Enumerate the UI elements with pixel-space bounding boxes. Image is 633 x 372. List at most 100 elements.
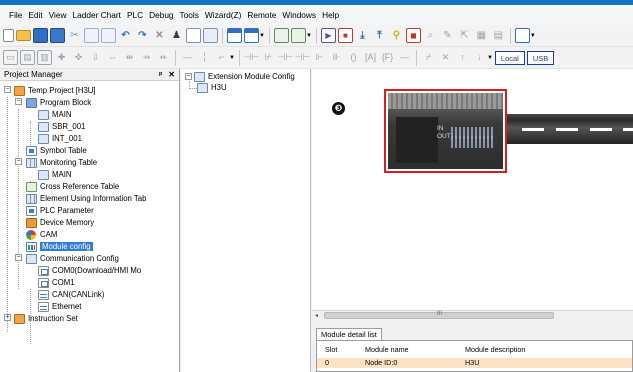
function-icon[interactable]: {F} xyxy=(380,50,395,65)
cut-icon[interactable]: ✂ xyxy=(67,28,82,43)
contact-n-icon[interactable]: ⊪ xyxy=(329,50,344,65)
tree-item-instruction-set[interactable]: Instruction Set xyxy=(14,312,78,325)
rail-dash xyxy=(522,128,544,131)
collapse-icon[interactable]: − xyxy=(15,98,22,105)
cursor-icon[interactable]: ⇱ xyxy=(457,28,472,43)
save-all-icon[interactable] xyxy=(50,28,65,43)
window-icon[interactable] xyxy=(227,28,242,43)
scroll-left-icon[interactable]: ◂ xyxy=(315,312,318,319)
sfc-icon[interactable]: ▥ xyxy=(37,50,52,65)
local-button[interactable]: Local xyxy=(494,50,525,65)
menu-plc[interactable]: PLC xyxy=(124,5,146,25)
contact-fall-icon[interactable]: ⊣⊢ xyxy=(295,50,311,65)
delete-icon[interactable]: ✕ xyxy=(152,28,167,43)
merge-icon[interactable]: ⇸ xyxy=(139,50,154,65)
contact-p-icon[interactable]: ⊩ xyxy=(312,50,327,65)
pin-icon[interactable]: ᵖ xyxy=(159,70,162,79)
menu-debug[interactable]: Debug xyxy=(146,5,176,25)
collapse-icon[interactable]: − xyxy=(4,86,11,93)
horizontal-scrollbar[interactable]: ◂ III xyxy=(312,310,633,320)
connect-icon[interactable]: ⌐ xyxy=(214,50,229,65)
menu-file[interactable]: File xyxy=(6,5,25,25)
line-icon[interactable]: — xyxy=(397,50,412,65)
layout-icon[interactable] xyxy=(244,28,259,43)
close-icon[interactable]: ✕ xyxy=(168,70,175,79)
contact-nc-icon[interactable]: ⊬ xyxy=(261,50,276,65)
contact-rise-icon[interactable]: ⊣⊢ xyxy=(278,50,294,65)
edit-icon[interactable]: ✎ xyxy=(440,28,455,43)
tree-label: MAIN xyxy=(52,110,72,119)
run-icon[interactable]: ▶ xyxy=(320,28,336,43)
menu-edit[interactable]: Edit xyxy=(25,5,45,25)
chevron-down-icon[interactable]: ▼ xyxy=(259,33,265,39)
preview-icon[interactable] xyxy=(186,28,201,43)
search-icon[interactable]: ⌕ xyxy=(423,28,438,43)
coil-icon[interactable]: () xyxy=(346,50,361,65)
paste-icon[interactable] xyxy=(101,28,116,43)
collapse-icon[interactable]: − xyxy=(15,158,22,165)
menu-view[interactable]: View xyxy=(46,5,70,25)
menu-tools[interactable]: Tools xyxy=(177,5,202,25)
diagnose-icon[interactable]: ⚲ xyxy=(389,28,404,43)
print-icon[interactable] xyxy=(203,28,218,43)
ladder-mode-icon[interactable]: ▭ xyxy=(3,50,18,65)
scroll-thumb[interactable]: III xyxy=(324,311,554,319)
hline-icon[interactable]: — xyxy=(180,50,195,65)
column-header-module-name[interactable]: Module name xyxy=(365,345,409,354)
list-icon[interactable]: ▤ xyxy=(491,28,506,43)
insert-down-icon[interactable]: ✜ xyxy=(71,50,86,65)
vline-icon[interactable]: ╎ xyxy=(197,50,212,65)
ladder-program-icon xyxy=(38,109,49,120)
copy-icon[interactable] xyxy=(84,28,99,43)
find-icon[interactable]: ♟ xyxy=(169,28,184,43)
monitor-start-icon[interactable]: ◼ xyxy=(405,28,421,43)
delete-col-icon[interactable]: ⇹ xyxy=(122,50,137,65)
tree-label: CAM xyxy=(40,230,58,239)
comment-icon[interactable] xyxy=(290,28,306,43)
undo-icon[interactable]: ↶ xyxy=(118,28,133,43)
download-icon[interactable]: ⤓ xyxy=(355,28,370,43)
menu-remote[interactable]: Remote xyxy=(244,5,279,25)
monitor-icon[interactable] xyxy=(273,28,289,43)
menu-windows[interactable]: Windows xyxy=(279,5,319,25)
cross-icon[interactable]: ✕ xyxy=(438,50,453,65)
new-file-icon[interactable] xyxy=(3,29,14,42)
delete-row-icon[interactable]: ⇔ xyxy=(105,50,120,65)
stop-icon[interactable]: ■ xyxy=(337,28,353,43)
column-header-module-description[interactable]: Module description xyxy=(465,345,525,354)
arrow-up-icon[interactable]: ↑ xyxy=(455,50,470,65)
tree-label: INT_001 xyxy=(52,134,82,143)
chevron-down-icon[interactable]: ▼ xyxy=(487,55,493,61)
instruction-list-icon[interactable]: ▤ xyxy=(20,50,35,65)
redo-icon[interactable]: ↷ xyxy=(135,28,150,43)
column-header-slot[interactable]: Slot xyxy=(325,345,337,354)
menu-ladder-chart[interactable]: Ladder Chart xyxy=(70,5,124,25)
split-icon[interactable]: ⇷ xyxy=(156,50,171,65)
menu-wizard[interactable]: Wizard(Z) xyxy=(202,5,244,25)
open-folder-icon[interactable] xyxy=(16,30,31,41)
arrow-down-icon[interactable]: ↓ xyxy=(472,50,487,65)
expand-icon[interactable]: + xyxy=(4,314,11,321)
upload-icon[interactable]: ⤒ xyxy=(372,28,387,43)
insert-row-icon[interactable]: ✚ xyxy=(54,50,69,65)
usb-button[interactable]: USB xyxy=(526,50,555,65)
tree-item-h3u[interactable]: H3U xyxy=(197,81,227,94)
menu-help[interactable]: Help xyxy=(319,5,342,25)
table-icon[interactable]: ▦ xyxy=(474,28,489,43)
tab-module-detail-list[interactable]: Module detail list xyxy=(316,328,382,340)
invert-icon[interactable]: ⌿ xyxy=(421,50,436,65)
table-row[interactable]: 0 Node ID:0 H3U xyxy=(317,358,632,368)
collapse-icon[interactable]: − xyxy=(185,73,192,80)
coil-set-icon[interactable]: [A] xyxy=(363,50,378,65)
h3u-module[interactable]: IN OUT xyxy=(384,89,507,173)
collapse-icon[interactable]: − xyxy=(15,254,22,261)
chevron-down-icon[interactable]: ▼ xyxy=(530,33,536,39)
contact-no-icon[interactable]: ⊣⊢ xyxy=(244,50,260,65)
module-config-canvas[interactable]: ❸ IN OUT xyxy=(312,69,633,310)
save-icon[interactable] xyxy=(33,28,48,43)
scroll-grip-icon: III xyxy=(437,311,443,317)
insert-branch-icon[interactable]: ⇩ xyxy=(88,50,103,65)
chevron-down-icon[interactable]: ▼ xyxy=(229,55,235,61)
chevron-down-icon[interactable]: ▼ xyxy=(306,33,312,39)
trend-icon[interactable] xyxy=(514,28,530,43)
